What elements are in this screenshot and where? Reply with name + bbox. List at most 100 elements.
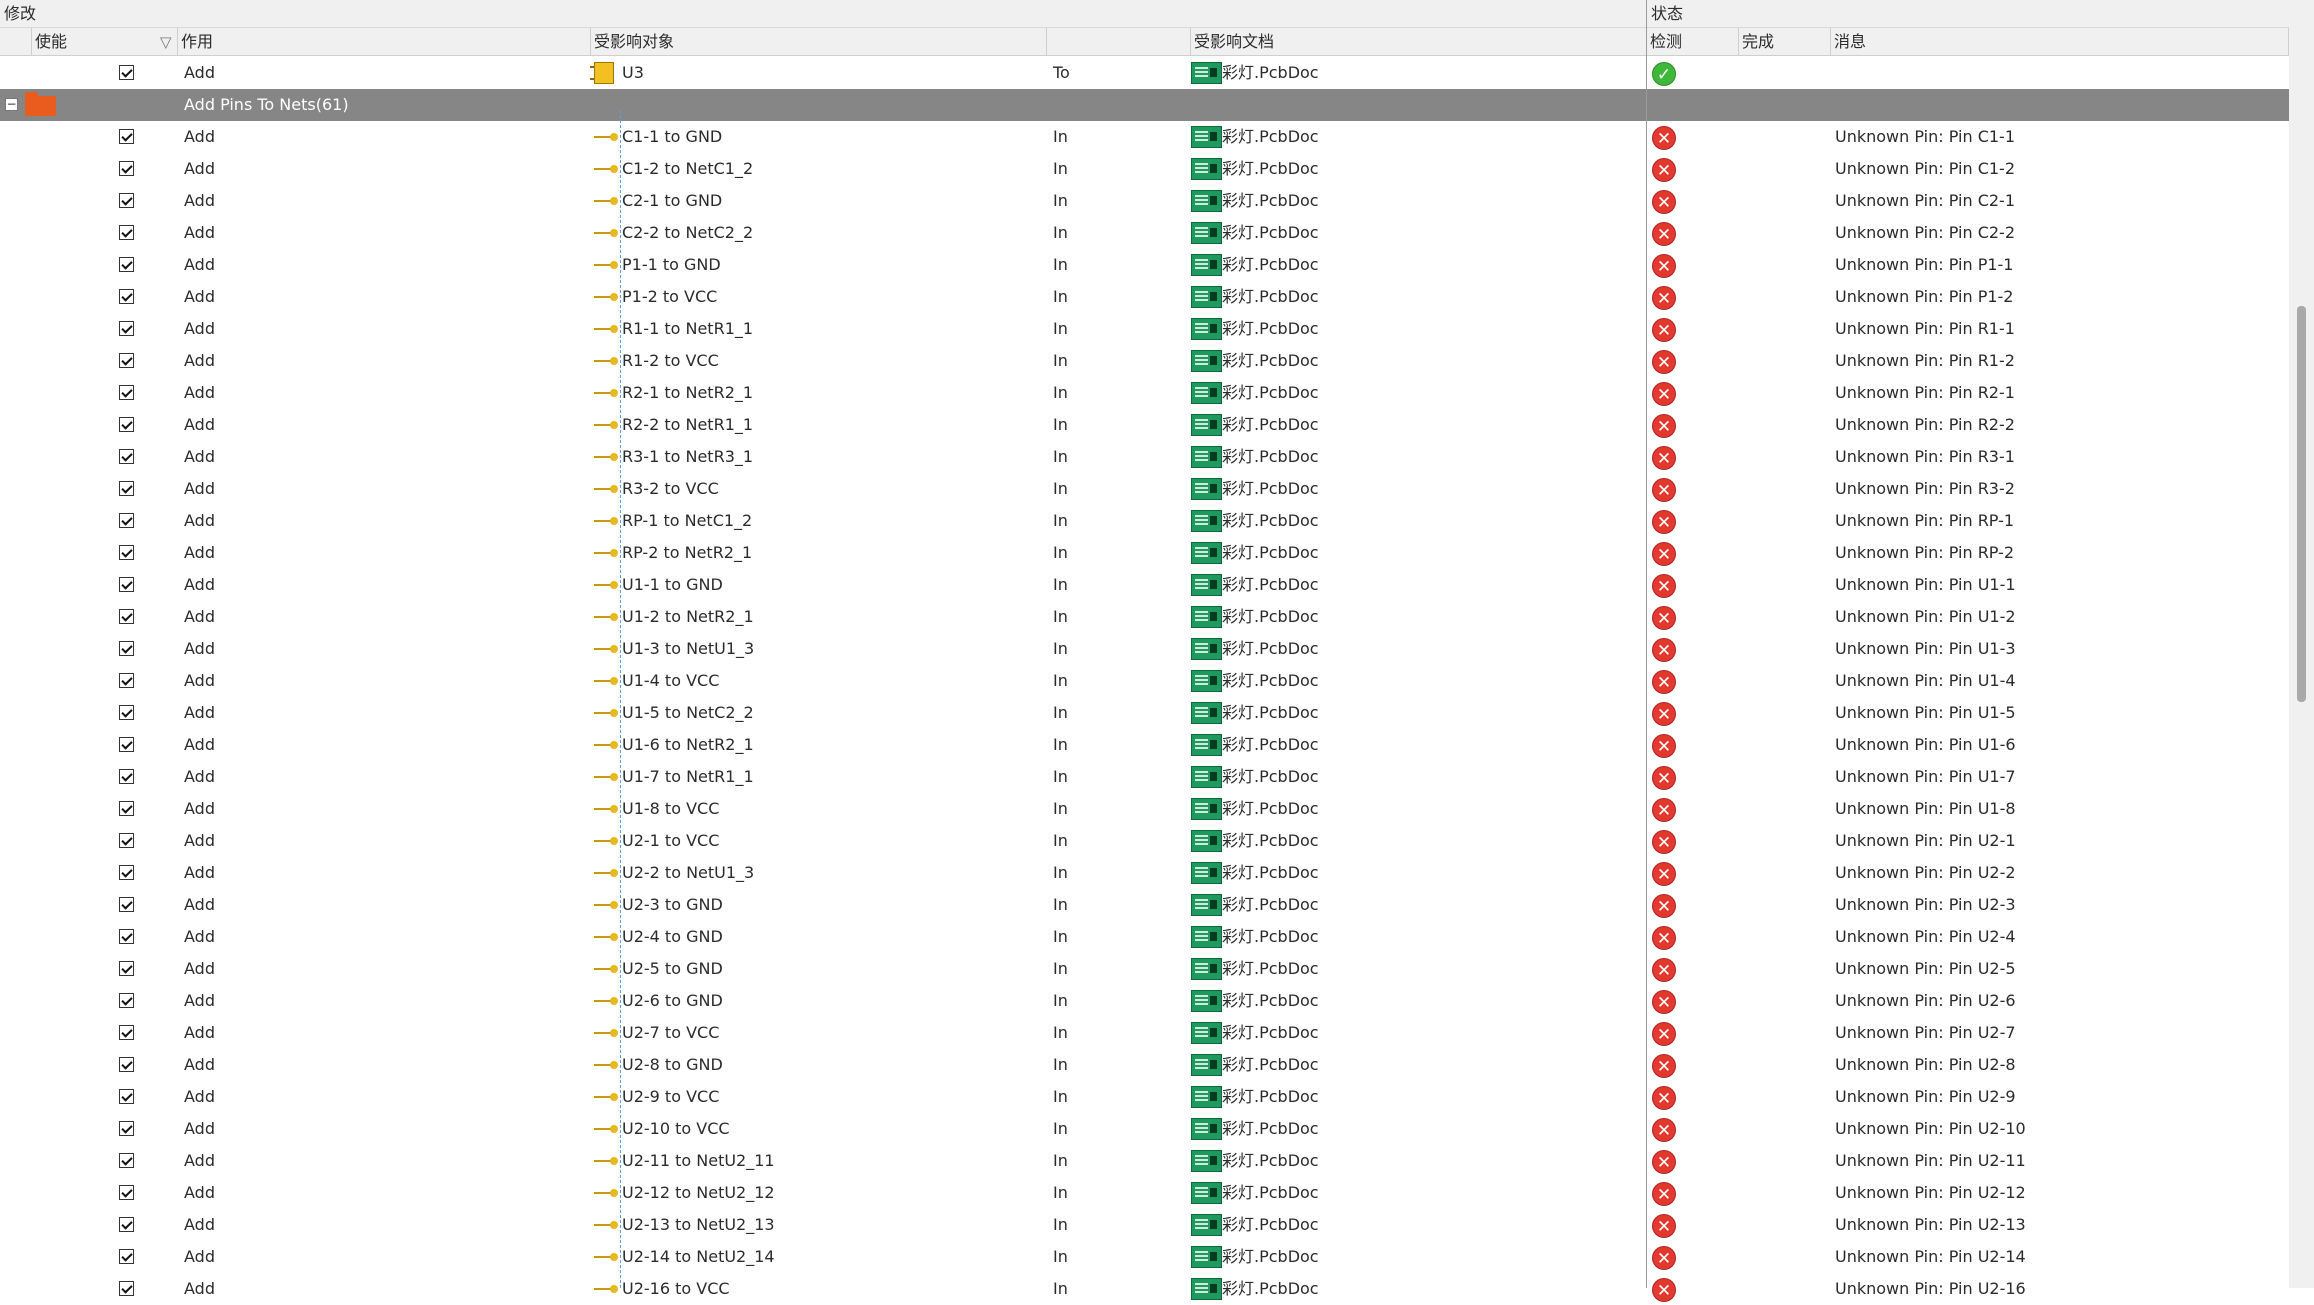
enable-checkbox[interactable] bbox=[119, 993, 134, 1008]
table-row[interactable]: Add RP-2 to NetR2_1 In 彩灯.PcbDoc ✕ Unknown Pi… bbox=[0, 537, 2289, 569]
table-row[interactable]: Add U2-2 to NetU1_3 In 彩灯.PcbDoc ✕ Unknown Pi… bbox=[0, 857, 2289, 889]
enable-checkbox[interactable] bbox=[119, 257, 134, 272]
enable-checkbox[interactable] bbox=[119, 65, 134, 80]
enable-checkbox[interactable] bbox=[119, 481, 134, 496]
enable-checkbox[interactable] bbox=[119, 193, 134, 208]
affected-object-cell: U2-2 to NetU1_3 bbox=[622, 863, 755, 882]
table-row[interactable]: Add U1-5 to NetC2_2 In 彩灯.PcbDoc ✕ Unknown Pi… bbox=[0, 697, 2289, 729]
enable-checkbox[interactable] bbox=[119, 737, 134, 752]
table-row[interactable]: Add U1-4 to VCC In 彩灯.PcbDoc ✕ Unknown Pin: P… bbox=[0, 665, 2289, 697]
table-row[interactable]: Add U2-3 to GND In 彩灯.PcbDoc ✕ Unknown Pin: P… bbox=[0, 889, 2289, 921]
table-row[interactable]: Add U2-9 to VCC In 彩灯.PcbDoc ✕ Unknown Pin: P… bbox=[0, 1081, 2289, 1113]
enable-checkbox[interactable] bbox=[119, 1089, 134, 1104]
enable-checkbox[interactable] bbox=[119, 225, 134, 240]
filter-icon[interactable]: ▽ bbox=[160, 28, 172, 56]
enable-checkbox[interactable] bbox=[119, 385, 134, 400]
enable-checkbox[interactable] bbox=[119, 673, 134, 688]
enable-checkbox[interactable] bbox=[119, 961, 134, 976]
table-row-u3[interactable]: Add U3 To 彩灯.PcbDoc ✓ bbox=[0, 57, 2289, 89]
table-row[interactable]: Add U2-5 to GND In 彩灯.PcbDoc ✕ Unknown Pin: P… bbox=[0, 953, 2289, 985]
enable-checkbox[interactable] bbox=[119, 321, 134, 336]
table-row[interactable]: Add R2-1 to NetR2_1 In 彩灯.PcbDoc ✕ Unknown Pi… bbox=[0, 377, 2289, 409]
action-cell: Add bbox=[184, 1055, 215, 1074]
table-row[interactable]: Add U1-2 to NetR2_1 In 彩灯.PcbDoc ✕ Unknown Pi… bbox=[0, 601, 2289, 633]
enable-checkbox[interactable] bbox=[119, 705, 134, 720]
enable-checkbox[interactable] bbox=[119, 897, 134, 912]
table-row[interactable]: Add R3-1 to NetR3_1 In 彩灯.PcbDoc ✕ Unknown Pi… bbox=[0, 441, 2289, 473]
enable-checkbox[interactable] bbox=[119, 929, 134, 944]
action-cell: Add bbox=[184, 799, 215, 818]
table-row[interactable]: Add U1-3 to NetU1_3 In 彩灯.PcbDoc ✕ Unknown Pi… bbox=[0, 633, 2289, 665]
table-row[interactable]: Add P1-2 to VCC In 彩灯.PcbDoc ✕ Unknown Pin: P… bbox=[0, 281, 2289, 313]
table-row[interactable]: Add C2-2 to NetC2_2 In 彩灯.PcbDoc ✕ Unknown Pi… bbox=[0, 217, 2289, 249]
enable-checkbox[interactable] bbox=[119, 609, 134, 624]
enable-checkbox[interactable] bbox=[119, 1217, 134, 1232]
direction-cell: In bbox=[1053, 799, 1068, 818]
pcb-document-icon bbox=[1191, 542, 1222, 564]
table-row[interactable]: Add R1-2 to VCC In 彩灯.PcbDoc ✕ Unknown Pin: P… bbox=[0, 345, 2289, 377]
enable-checkbox[interactable] bbox=[119, 289, 134, 304]
column-header-message[interactable]: 消息 bbox=[1831, 28, 2289, 56]
table-row[interactable]: Add U2-6 to GND In 彩灯.PcbDoc ✕ Unknown Pin: P… bbox=[0, 985, 2289, 1017]
column-header-action[interactable]: 作用 bbox=[178, 28, 591, 56]
enable-checkbox[interactable] bbox=[119, 129, 134, 144]
enable-checkbox[interactable] bbox=[119, 641, 134, 656]
enable-checkbox[interactable] bbox=[119, 449, 134, 464]
enable-checkbox[interactable] bbox=[119, 1121, 134, 1136]
enable-checkbox[interactable] bbox=[119, 769, 134, 784]
pin-icon bbox=[594, 421, 618, 429]
table-row[interactable]: Add C2-1 to GND In 彩灯.PcbDoc ✕ Unknown Pin: P… bbox=[0, 185, 2289, 217]
table-row[interactable]: Add U1-1 to GND In 彩灯.PcbDoc ✕ Unknown Pin: P… bbox=[0, 569, 2289, 601]
pcb-document-icon bbox=[1191, 318, 1222, 340]
direction-cell: In bbox=[1053, 735, 1068, 754]
table-row[interactable]: Add U2-10 to VCC In 彩灯.PcbDoc ✕ Unknown Pin: … bbox=[0, 1113, 2289, 1145]
table-row[interactable]: Add U2-7 to VCC In 彩灯.PcbDoc ✕ Unknown Pin: P… bbox=[0, 1017, 2289, 1049]
collapse-icon[interactable]: − bbox=[5, 98, 18, 111]
enable-checkbox[interactable] bbox=[119, 513, 134, 528]
affected-document-cell: 彩灯.PcbDoc bbox=[1222, 1023, 1319, 1042]
table-row[interactable]: Add U2-4 to GND In 彩灯.PcbDoc ✕ Unknown Pin: P… bbox=[0, 921, 2289, 953]
table-row[interactable]: Add U1-8 to VCC In 彩灯.PcbDoc ✕ Unknown Pin: P… bbox=[0, 793, 2289, 825]
column-header-check[interactable]: 检测 bbox=[1647, 28, 1739, 56]
table-row[interactable]: Add P1-1 to GND In 彩灯.PcbDoc ✕ Unknown Pin: P… bbox=[0, 249, 2289, 281]
enable-checkbox[interactable] bbox=[119, 417, 134, 432]
table-row[interactable]: Add R2-2 to NetR1_1 In 彩灯.PcbDoc ✕ Unknown Pi… bbox=[0, 409, 2289, 441]
enable-checkbox[interactable] bbox=[119, 1057, 134, 1072]
direction-cell: In bbox=[1053, 383, 1068, 402]
enable-checkbox[interactable] bbox=[119, 1249, 134, 1264]
table-row[interactable]: Add C1-2 to NetC1_2 In 彩灯.PcbDoc ✕ Unknown Pi… bbox=[0, 153, 2289, 185]
column-header-affected-object[interactable]: 受影响对象 bbox=[591, 28, 1047, 56]
table-row[interactable]: Add RP-1 to NetC1_2 In 彩灯.PcbDoc ✕ Unknown Pi… bbox=[0, 505, 2289, 537]
column-header-affected-document[interactable]: 受影响文档 bbox=[1191, 28, 1647, 56]
table-row[interactable]: Add U2-11 to NetU2_11 In 彩灯.PcbDoc ✕ Unknown … bbox=[0, 1145, 2289, 1177]
table-row[interactable]: Add U2-12 to NetU2_12 In 彩灯.PcbDoc ✕ Unknown … bbox=[0, 1177, 2289, 1209]
enable-checkbox[interactable] bbox=[119, 161, 134, 176]
enable-checkbox[interactable] bbox=[119, 1281, 134, 1296]
enable-checkbox[interactable] bbox=[119, 865, 134, 880]
enable-checkbox[interactable] bbox=[119, 801, 134, 816]
column-header-done[interactable]: 完成 bbox=[1739, 28, 1831, 56]
group-row-add-pins-to-nets[interactable]: − Add Pins To Nets(61) bbox=[0, 89, 2289, 121]
table-row[interactable]: Add U2-13 to NetU2_13 In 彩灯.PcbDoc ✕ Unknown … bbox=[0, 1209, 2289, 1241]
table-row[interactable]: Add U1-6 to NetR2_1 In 彩灯.PcbDoc ✕ Unknown Pi… bbox=[0, 729, 2289, 761]
table-row[interactable]: Add U2-14 to NetU2_14 In 彩灯.PcbDoc ✕ Unknown … bbox=[0, 1241, 2289, 1273]
table-row[interactable]: Add U2-16 to VCC In 彩灯.PcbDoc ✕ Unknown Pin: … bbox=[0, 1273, 2289, 1305]
enable-checkbox[interactable] bbox=[119, 545, 134, 560]
column-header-direction[interactable] bbox=[1047, 28, 1191, 56]
enable-checkbox[interactable] bbox=[119, 833, 134, 848]
table-row[interactable]: Add R3-2 to VCC In 彩灯.PcbDoc ✕ Unknown Pin: P… bbox=[0, 473, 2289, 505]
table-row[interactable]: Add C1-1 to GND In 彩灯.PcbDoc ✕ Unknown Pin: P… bbox=[0, 121, 2289, 153]
column-header-enable[interactable]: 使能 ▽ bbox=[32, 28, 178, 56]
enable-checkbox[interactable] bbox=[119, 353, 134, 368]
scrollbar-thumb[interactable] bbox=[2297, 306, 2306, 702]
enable-checkbox[interactable] bbox=[119, 1153, 134, 1168]
check-error-icon: ✕ bbox=[1652, 606, 1676, 630]
table-row[interactable]: Add U2-1 to VCC In 彩灯.PcbDoc ✕ Unknown Pin: P… bbox=[0, 825, 2289, 857]
enable-checkbox[interactable] bbox=[119, 1025, 134, 1040]
table-row[interactable]: Add U1-7 to NetR1_1 In 彩灯.PcbDoc ✕ Unknown Pi… bbox=[0, 761, 2289, 793]
table-row[interactable]: Add U2-8 to GND In 彩灯.PcbDoc ✕ Unknown Pin: P… bbox=[0, 1049, 2289, 1081]
pcb-document-icon bbox=[1191, 222, 1222, 244]
table-row[interactable]: Add R1-1 to NetR1_1 In 彩灯.PcbDoc ✕ Unknown Pi… bbox=[0, 313, 2289, 345]
enable-checkbox[interactable] bbox=[119, 577, 134, 592]
enable-checkbox[interactable] bbox=[119, 1185, 134, 1200]
